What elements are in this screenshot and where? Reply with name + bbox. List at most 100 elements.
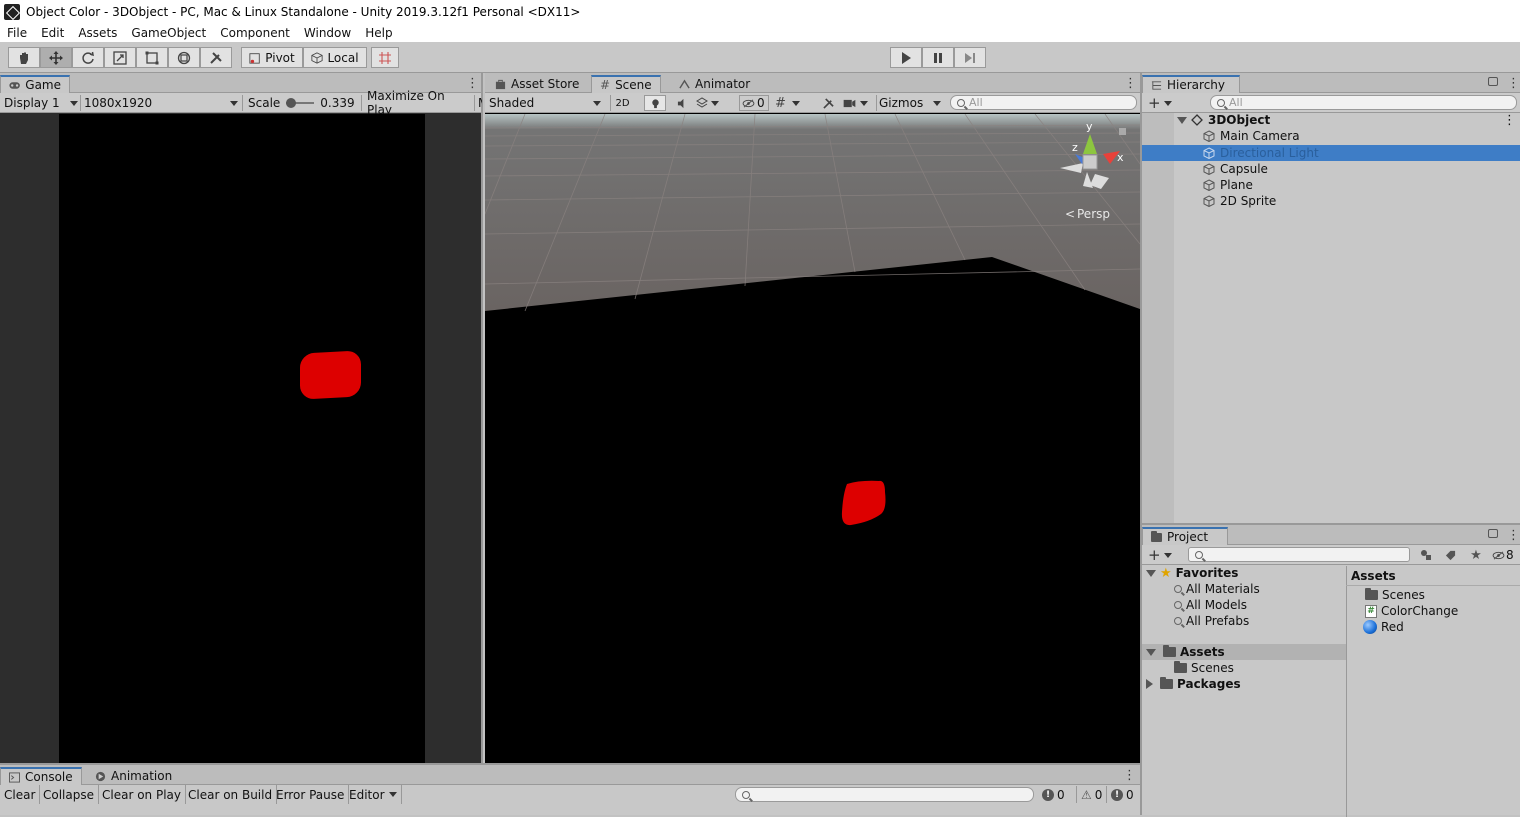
hierarchy-item[interactable]: Plane [1142,177,1520,193]
clear-button[interactable]: Clear [0,785,41,804]
collapse-arrow-icon[interactable] [1177,116,1187,124]
tab-asset-store[interactable]: Asset Store [487,75,587,93]
favorites-row[interactable]: ★ Favorites [1146,565,1238,581]
menu-window[interactable]: Window [297,26,358,40]
menu-assets[interactable]: Assets [71,26,124,40]
favorites-star-button[interactable]: ★ [1466,547,1486,563]
scale-slider[interactable]: Scale 0.339 [242,95,360,111]
pause-button[interactable] [922,47,954,68]
asset-item[interactable]: Scenes [1365,587,1425,603]
tools-toggle[interactable] [818,95,838,111]
menu-gameobject[interactable]: GameObject [124,26,213,40]
console-search-input[interactable] [735,787,1034,802]
scale-slider-track[interactable] [286,98,315,108]
scene-viewport[interactable]: y x z < Persp [485,114,1140,763]
play-button[interactable] [890,47,922,68]
search-by-label-button[interactable] [1440,547,1460,563]
error-counter-toggle[interactable]: ! 0 [1106,786,1134,803]
favorite-item[interactable]: All Models [1174,597,1247,613]
effects-dropdown[interactable] [696,95,726,111]
hierarchy-item-selected[interactable]: Directional Light [1142,145,1520,161]
tab-console[interactable]: Console [0,767,82,785]
shading-mode-dropdown[interactable]: Shaded [489,95,601,111]
search-by-type-button[interactable] [1416,547,1436,563]
tab-game[interactable]: Game [0,75,70,93]
tab-animation[interactable]: Animation [87,767,180,785]
menu-help[interactable]: Help [358,26,399,40]
chevron-down-icon [70,100,78,106]
camera-dropdown[interactable] [843,95,873,111]
packages-folder-row[interactable]: Packages [1146,676,1241,692]
move-tool-button[interactable] [40,47,72,68]
rotate-tool-button[interactable] [72,47,104,68]
assets-child-folder[interactable]: Scenes [1174,660,1234,676]
project-search-input[interactable] [1188,547,1410,562]
rect-tool-button[interactable] [136,47,168,68]
tab-animator[interactable]: Animator [671,75,758,93]
scale-tool-button[interactable] [104,47,136,68]
maximize-on-play-toggle[interactable]: Maximize On Play [361,89,473,117]
custom-tool-button[interactable] [200,47,232,68]
snap-button[interactable] [371,47,399,68]
hierarchy-menu-icon[interactable]: ⋮ [1507,76,1520,91]
expand-arrow-icon[interactable] [1146,679,1153,689]
local-toggle-button[interactable]: Local [303,47,367,68]
assets-folder-row[interactable]: Assets [1142,644,1346,660]
transform-tool-button[interactable] [168,47,200,68]
console-menu-icon[interactable]: ⋮ [1123,768,1136,783]
tab-project[interactable]: Project [1142,527,1228,545]
collapse-arrow-icon[interactable] [1146,569,1156,577]
gizmos-dropdown[interactable]: Gizmos [876,95,942,111]
create-dropdown[interactable]: + [1148,95,1172,111]
menu-component[interactable]: Component [213,26,297,40]
collapse-button[interactable]: Collapse [39,785,99,804]
gizmo-lock-icon[interactable] [1119,128,1126,135]
hierarchy-item[interactable]: Capsule [1142,161,1520,177]
hidden-packages-toggle[interactable]: 8 [1492,547,1514,563]
scene-root-row[interactable]: 3DObject ⋮ [1142,112,1520,128]
hidden-objects-toggle[interactable]: 0 [739,95,769,111]
info-counter-toggle[interactable]: ! 0 [1042,786,1065,803]
2d-toggle[interactable]: 2D [610,95,634,111]
favorite-item[interactable]: All Materials [1174,581,1260,597]
clear-on-play-label: Clear on Play [102,787,181,802]
favorite-item[interactable]: All Prefabs [1174,613,1249,629]
gizmo-center-cube[interactable] [1082,154,1098,170]
hand-tool-button[interactable] [8,47,40,68]
lock-icon[interactable] [1488,529,1498,538]
scene-menu-icon[interactable]: ⋮ [1124,76,1137,91]
overflow-toggle[interactable]: M [474,95,482,111]
display-dropdown[interactable]: Display 1 [4,95,78,111]
warning-counter-toggle[interactable]: ⚠ 0 [1076,786,1102,803]
asset-item[interactable]: Red [1363,619,1404,635]
hierarchy-item[interactable]: 2D Sprite [1142,193,1520,209]
scale-slider-handle[interactable] [286,98,297,108]
clear-on-play-button[interactable]: Clear on Play [98,785,186,804]
tab-hierarchy[interactable]: Hierarchy [1142,75,1240,93]
scene-search-input[interactable]: All [950,95,1137,110]
scene-root-menu-icon[interactable]: ⋮ [1503,113,1516,128]
persp-label[interactable]: Persp [1077,207,1110,221]
project-menu-icon[interactable]: ⋮ [1507,528,1520,543]
project-create-dropdown[interactable]: + [1148,547,1172,563]
hierarchy-toolbar: + All [1142,93,1520,113]
hierarchy-search-input[interactable]: All [1210,95,1517,110]
tab-scene[interactable]: # Scene [591,75,661,93]
folder-icon [1174,661,1187,673]
menu-edit[interactable]: Edit [34,26,71,40]
error-pause-button[interactable]: Error Pause [272,785,350,804]
collapse-arrow-icon[interactable] [1146,648,1156,656]
clear-on-build-button[interactable]: Clear on Build [184,785,278,804]
step-button[interactable] [954,47,986,68]
pivot-toggle-button[interactable]: Pivot [241,47,303,68]
editor-dropdown[interactable]: Editor [345,785,402,804]
asset-item[interactable]: # ColorChange [1365,603,1458,619]
hierarchy-item[interactable]: Main Camera [1142,128,1520,144]
resolution-dropdown[interactable]: 1080x1920 [80,95,238,111]
menu-file[interactable]: File [0,26,34,40]
lighting-toggle[interactable] [644,95,666,111]
grid-dropdown[interactable]: # [775,95,811,111]
audio-toggle[interactable] [671,95,693,111]
game-viewport[interactable] [59,114,425,763]
lock-icon[interactable] [1488,77,1498,86]
